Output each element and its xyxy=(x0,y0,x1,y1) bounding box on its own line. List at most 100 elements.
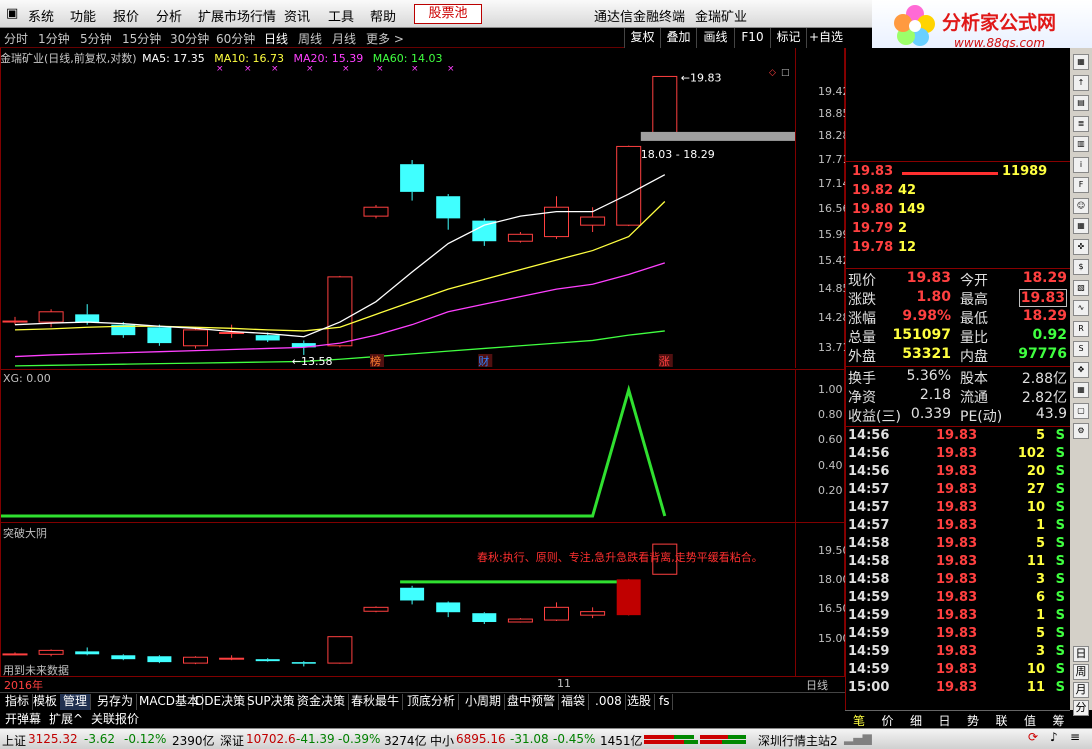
move-icon[interactable]: ✥ xyxy=(1073,361,1089,378)
breakout-candle[interactable] xyxy=(183,656,208,665)
money-icon[interactable]: $ xyxy=(1073,259,1089,275)
stock-pool-button[interactable]: 股票池 xyxy=(414,4,482,24)
kline-panel[interactable]: × × × × × × × × 18.03 - 18.29 ←19.83 ←13.58 榜 财 涨 ◇ □ xyxy=(0,48,845,370)
indicator-tab[interactable]: 小周期 xyxy=(462,694,506,710)
grid2-icon[interactable]: ▦ xyxy=(1073,382,1089,398)
zx-index-label[interactable]: 中小 xyxy=(430,732,454,749)
menu-item-system[interactable]: 系统 xyxy=(28,6,54,25)
gear-icon[interactable]: ⚙ xyxy=(1073,423,1089,439)
up-icon[interactable]: ↑ xyxy=(1073,74,1089,91)
candle[interactable] xyxy=(363,205,389,219)
period-60min[interactable]: 60分钟 xyxy=(216,30,255,47)
candle[interactable] xyxy=(400,160,425,201)
ask-row[interactable]: 19.83 11989 xyxy=(846,164,1071,183)
chart-icon[interactable]: ▥ xyxy=(1073,136,1089,152)
breakout-candle[interactable] xyxy=(400,585,425,605)
period-1min[interactable]: 1分钟 xyxy=(38,30,70,47)
server-label[interactable]: 深圳行情主站2 xyxy=(758,732,838,749)
diamond-icon[interactable]: ◇ xyxy=(769,68,776,78)
period-5min[interactable]: 5分钟 xyxy=(80,30,112,47)
menu-item-ext-market[interactable]: 扩展市场行情 xyxy=(198,6,276,25)
period-more[interactable]: 更多 > xyxy=(366,30,404,47)
menu-item-tools[interactable]: 工具 xyxy=(328,6,354,25)
breakout-candle[interactable] xyxy=(544,602,569,622)
extra-tab[interactable]: 关联报价 xyxy=(88,710,142,727)
tick-row[interactable]: 14:57 19.83 10 S xyxy=(846,500,1071,518)
breakout-candle[interactable] xyxy=(580,607,606,619)
tick-row[interactable]: 14:59 19.83 3 S xyxy=(846,644,1071,662)
indicator-tab[interactable]: fs xyxy=(656,694,674,710)
breakout-candle[interactable] xyxy=(291,661,316,667)
tick-row[interactable]: 14:59 19.83 1 S xyxy=(846,608,1071,626)
sidebar-period-button[interactable]: 分 xyxy=(1073,700,1089,716)
candle[interactable] xyxy=(507,232,533,243)
period-daily[interactable]: 日线 xyxy=(264,30,288,47)
period-intraday[interactable]: 分时 xyxy=(4,30,28,47)
extra-tab[interactable]: 开弹幕 xyxy=(2,710,44,727)
menu-item-quote[interactable]: 报价 xyxy=(113,6,139,25)
bid-row[interactable]: 19.80 149 xyxy=(846,202,1071,221)
sh-index-label[interactable]: 上证 xyxy=(2,732,26,749)
rsi-icon[interactable]: R xyxy=(1073,320,1089,337)
menu-icon[interactable]: ≡ xyxy=(1070,730,1080,744)
breakout-candle[interactable] xyxy=(2,652,28,656)
xg-chart[interactable] xyxy=(1,370,795,522)
indicator-tab[interactable]: 管理 xyxy=(60,694,92,710)
indicator-tab[interactable]: DDE决策 xyxy=(192,694,250,710)
period-monthly[interactable]: 月线 xyxy=(332,30,356,47)
stats-icon[interactable]: ▧ xyxy=(1073,279,1089,296)
menu-item-function[interactable]: 功能 xyxy=(70,6,96,25)
f10-icon[interactable]: F xyxy=(1073,177,1089,193)
tick-row[interactable]: 14:56 19.83 102 S xyxy=(846,446,1071,464)
tick-row[interactable]: 14:57 19.83 27 S xyxy=(846,482,1071,500)
sz-index-label[interactable]: 深证 xyxy=(220,732,244,749)
sidebar-period-button[interactable]: 月 xyxy=(1073,682,1089,698)
tick-row[interactable]: 14:59 19.83 10 S xyxy=(846,662,1071,680)
tick-row[interactable]: 15:00 19.83 11 S xyxy=(846,680,1071,698)
menu-item-news[interactable]: 资讯 xyxy=(284,6,310,25)
period-30min[interactable]: 30分钟 xyxy=(170,30,209,47)
tick-row[interactable]: 14:59 19.83 6 S xyxy=(846,590,1071,608)
quote-tab[interactable]: 联 xyxy=(996,712,1008,729)
indicator-tab[interactable]: 顶底分析 xyxy=(404,694,460,710)
candle[interactable] xyxy=(2,316,28,325)
draw-line-button[interactable]: 画线 xyxy=(696,28,734,48)
indicator-tab[interactable]: 模板 xyxy=(30,694,62,710)
table-icon[interactable]: ▦ xyxy=(1073,218,1089,234)
indicator-tab[interactable]: .008 xyxy=(592,694,626,710)
breakout-candle[interactable] xyxy=(219,655,245,661)
quote-tab[interactable]: 细 xyxy=(910,712,922,729)
quote-tab[interactable]: 价 xyxy=(882,712,894,729)
compass-icon[interactable]: ✜ xyxy=(1073,238,1089,255)
candle[interactable] xyxy=(652,75,678,137)
breakout-chart[interactable] xyxy=(1,523,795,676)
breakout-candle[interactable] xyxy=(147,655,172,664)
add-favorite-button[interactable]: +自选 xyxy=(806,28,845,48)
candle[interactable] xyxy=(436,194,461,230)
tick-row[interactable]: 14:59 19.83 5 S xyxy=(846,626,1071,644)
breakout-candle[interactable] xyxy=(111,654,136,661)
quote-tab[interactable]: 势 xyxy=(967,712,979,729)
info-icon[interactable]: i xyxy=(1073,156,1089,173)
list-icon[interactable]: ≣ xyxy=(1073,115,1089,132)
candle[interactable] xyxy=(580,207,606,233)
breakout-candle[interactable] xyxy=(616,578,641,616)
s-icon[interactable]: S xyxy=(1073,341,1089,357)
tick-row[interactable]: 14:58 19.83 3 S xyxy=(846,572,1071,590)
breakout-candle[interactable] xyxy=(363,606,389,613)
mark-button[interactable]: 标记 xyxy=(770,28,806,48)
candle[interactable] xyxy=(38,309,64,328)
indicator-tab[interactable]: 盘中预警 xyxy=(504,694,560,710)
indicator-tab[interactable]: 指标 xyxy=(2,694,34,710)
indicator-tab[interactable]: 春秋最牛 xyxy=(348,694,404,710)
period-15min[interactable]: 15分钟 xyxy=(122,30,161,47)
tick-row[interactable]: 14:56 19.83 20 S xyxy=(846,464,1071,482)
bell-icon[interactable]: ♪ xyxy=(1050,730,1058,744)
period-weekly[interactable]: 周线 xyxy=(298,30,322,47)
zig-icon[interactable]: ∿ xyxy=(1073,300,1089,316)
quote-tab[interactable]: 值 xyxy=(1024,712,1036,729)
sidebar-period-button[interactable]: 周 xyxy=(1073,664,1089,680)
tick-row[interactable]: 14:57 19.83 1 S xyxy=(846,518,1071,536)
doc-icon[interactable]: ▤ xyxy=(1073,95,1089,111)
bid-row[interactable]: 19.78 12 xyxy=(846,240,1071,259)
